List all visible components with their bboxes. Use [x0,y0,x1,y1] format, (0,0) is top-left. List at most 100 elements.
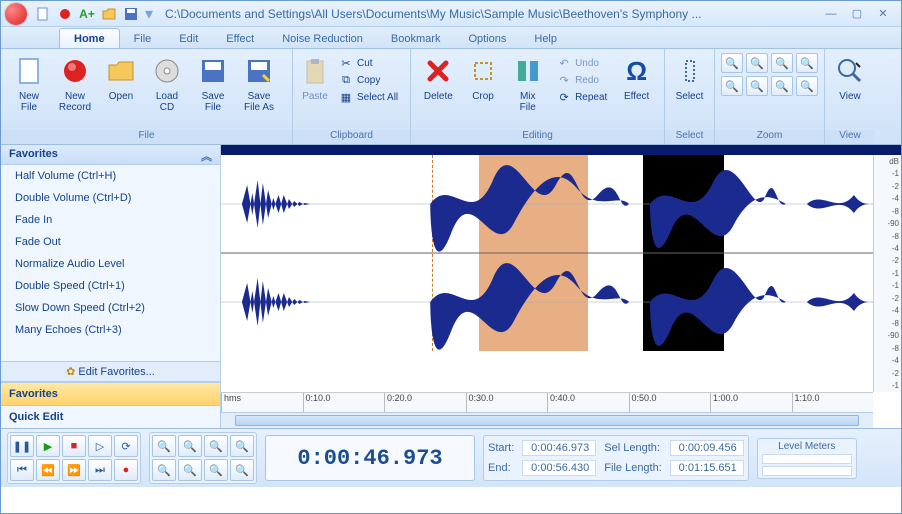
repeat-button[interactable]: ⟳Repeat [551,89,613,105]
zoom-out-button[interactable]: 🔍 [178,435,202,457]
effect-button[interactable]: ΩEffect [615,53,658,102]
sidebar-collapse-icon[interactable]: ︽ [201,148,212,161]
tab-effect[interactable]: Effect [212,29,268,48]
play-selection-button[interactable]: ▷ [88,435,112,457]
open-button[interactable]: Open [99,53,143,102]
tab-edit[interactable]: Edit [165,29,212,48]
file-length-value: 0:01:15.651 [670,460,744,476]
select-all-button[interactable]: ▦Select All [333,89,404,105]
end-value[interactable]: 0:00:56.430 [522,460,596,476]
zoom-out-h-button[interactable]: 🔍 [746,53,768,73]
favorite-item[interactable]: Double Volume (Ctrl+D) [1,187,220,209]
loop-button[interactable]: ⟳ [114,435,138,457]
delete-icon [422,55,454,87]
pause-button[interactable]: ❚❚ [10,435,34,457]
qat-add-favorite-icon[interactable]: A+ [79,6,95,22]
sidebar-section-favorites[interactable]: Favorites [1,382,220,405]
zoom-left-button[interactable]: 🔍 [771,76,793,96]
stop-button[interactable]: ■ [62,435,86,457]
delete-button[interactable]: Delete [417,53,460,102]
select-button[interactable]: Select [671,53,708,102]
tab-file[interactable]: File [120,29,166,48]
folder-open-icon [105,55,137,87]
save-file-as-button[interactable]: Save File As [237,53,281,113]
save-file-button[interactable]: Save File [191,53,235,113]
zoom-in-v-button[interactable]: 🔍 [721,76,743,96]
crop-button[interactable]: Crop [462,53,505,102]
mix-icon [512,55,544,87]
scrollbar-thumb[interactable] [235,415,859,426]
tab-noise-reduction[interactable]: Noise Reduction [268,29,377,48]
horizontal-scrollbar[interactable] [221,412,873,428]
effect-icon: Ω [621,55,653,87]
tab-help[interactable]: Help [520,29,571,48]
ribbon-group-editing-label: Editing [411,130,664,144]
favorite-item[interactable]: Many Echoes (Ctrl+3) [1,319,220,341]
zoom-next-button[interactable]: 🔍 [230,459,254,481]
favorite-item[interactable]: Normalize Audio Level [1,253,220,275]
favorite-item[interactable]: Double Speed (Ctrl+1) [1,275,220,297]
zoom-vin-button[interactable]: 🔍 [152,459,176,481]
zoom-in-h-button[interactable]: 🔍 [721,53,743,73]
favorite-item[interactable]: Slow Down Speed (Ctrl+2) [1,297,220,319]
ribbon-group-clipboard-label: Clipboard [293,130,410,144]
play-button[interactable]: ▶ [36,435,60,457]
new-record-button[interactable]: New Record [53,53,97,113]
zoom-full-button[interactable]: 🔍 [796,53,818,73]
db-scale: dB -1-2-4-8-90-8-4-2-1 -1-2-4-8-90-8-4-2… [873,155,901,392]
view-button[interactable]: View [831,53,869,102]
qat-new-icon[interactable] [35,6,51,22]
cut-icon: ✂ [339,56,353,70]
qat-dropdown-icon[interactable]: ▾ [145,4,153,24]
goto-end-button[interactable]: ⏭ [88,459,112,481]
copy-button[interactable]: ⧉Copy [333,72,404,88]
tab-bookmark[interactable]: Bookmark [377,29,455,48]
mix-file-button[interactable]: Mix File [506,53,549,113]
zoom-prev-button[interactable]: 🔍 [204,459,228,481]
rewind-button[interactable]: ⏪ [36,459,60,481]
favorite-item[interactable]: Fade Out [1,231,220,253]
favorite-item[interactable]: Half Volume (Ctrl+H) [1,165,220,187]
zoom-sel-button[interactable]: 🔍 [771,53,793,73]
tab-options[interactable]: Options [454,29,520,48]
load-cd-button[interactable]: Load CD [145,53,189,113]
level-meters: Level Meters [757,438,857,479]
undo-button[interactable]: ↶Undo [551,55,613,71]
favorite-item[interactable]: Fade In [1,209,220,231]
paste-button[interactable]: Paste [299,53,331,102]
timeline-ruler[interactable]: hms 0:10.00:20.00:30.00:40.00:50.01:00.0… [221,392,873,412]
tab-home[interactable]: Home [59,28,120,48]
goto-start-button[interactable]: ⏮ [10,459,34,481]
zoom-all-button[interactable]: 🔍 [230,435,254,457]
start-label: Start: [488,442,514,454]
sel-length-value[interactable]: 0:00:09.456 [670,440,744,456]
qat-open-icon[interactable] [101,6,117,22]
zoom-in-button[interactable]: 🔍 [152,435,176,457]
waveform-canvas[interactable]: dB -1-2-4-8-90-8-4-2-1 -1-2-4-8-90-8-4-2… [221,145,901,428]
end-label: End: [488,462,514,474]
forward-button[interactable]: ⏩ [62,459,86,481]
selection-info: Start: 0:00:46.973 Sel Length: 0:00:09.4… [483,435,749,481]
sidebar-section-quickedit[interactable]: Quick Edit [1,405,220,428]
zoom-selection-button[interactable]: 🔍 [204,435,228,457]
ribbon-group-view-label: View [825,130,875,144]
app-orb[interactable] [5,3,27,25]
zoom-out-v-button[interactable]: 🔍 [746,76,768,96]
start-value[interactable]: 0:00:46.973 [522,440,596,456]
qat-save-icon[interactable] [123,6,139,22]
edit-favorites-button[interactable]: ✿ Edit Favorites... [1,361,220,382]
zoom-right-button[interactable]: 🔍 [796,76,818,96]
view-icon [834,55,866,87]
redo-button[interactable]: ↷Redo [551,72,613,88]
new-file-button[interactable]: New File [7,53,51,113]
ribbon-group-file-label: File [1,130,292,144]
minimize-button[interactable]: — [819,6,843,22]
overview-strip[interactable] [221,145,901,155]
zoom-vout-button[interactable]: 🔍 [178,459,202,481]
cut-button[interactable]: ✂Cut [333,55,404,71]
qat-record-icon[interactable] [57,6,73,22]
record-button[interactable]: ● [114,459,138,481]
close-button[interactable]: ✕ [871,6,895,22]
maximize-button[interactable]: ▢ [845,6,869,22]
level-meter-left [762,454,852,464]
